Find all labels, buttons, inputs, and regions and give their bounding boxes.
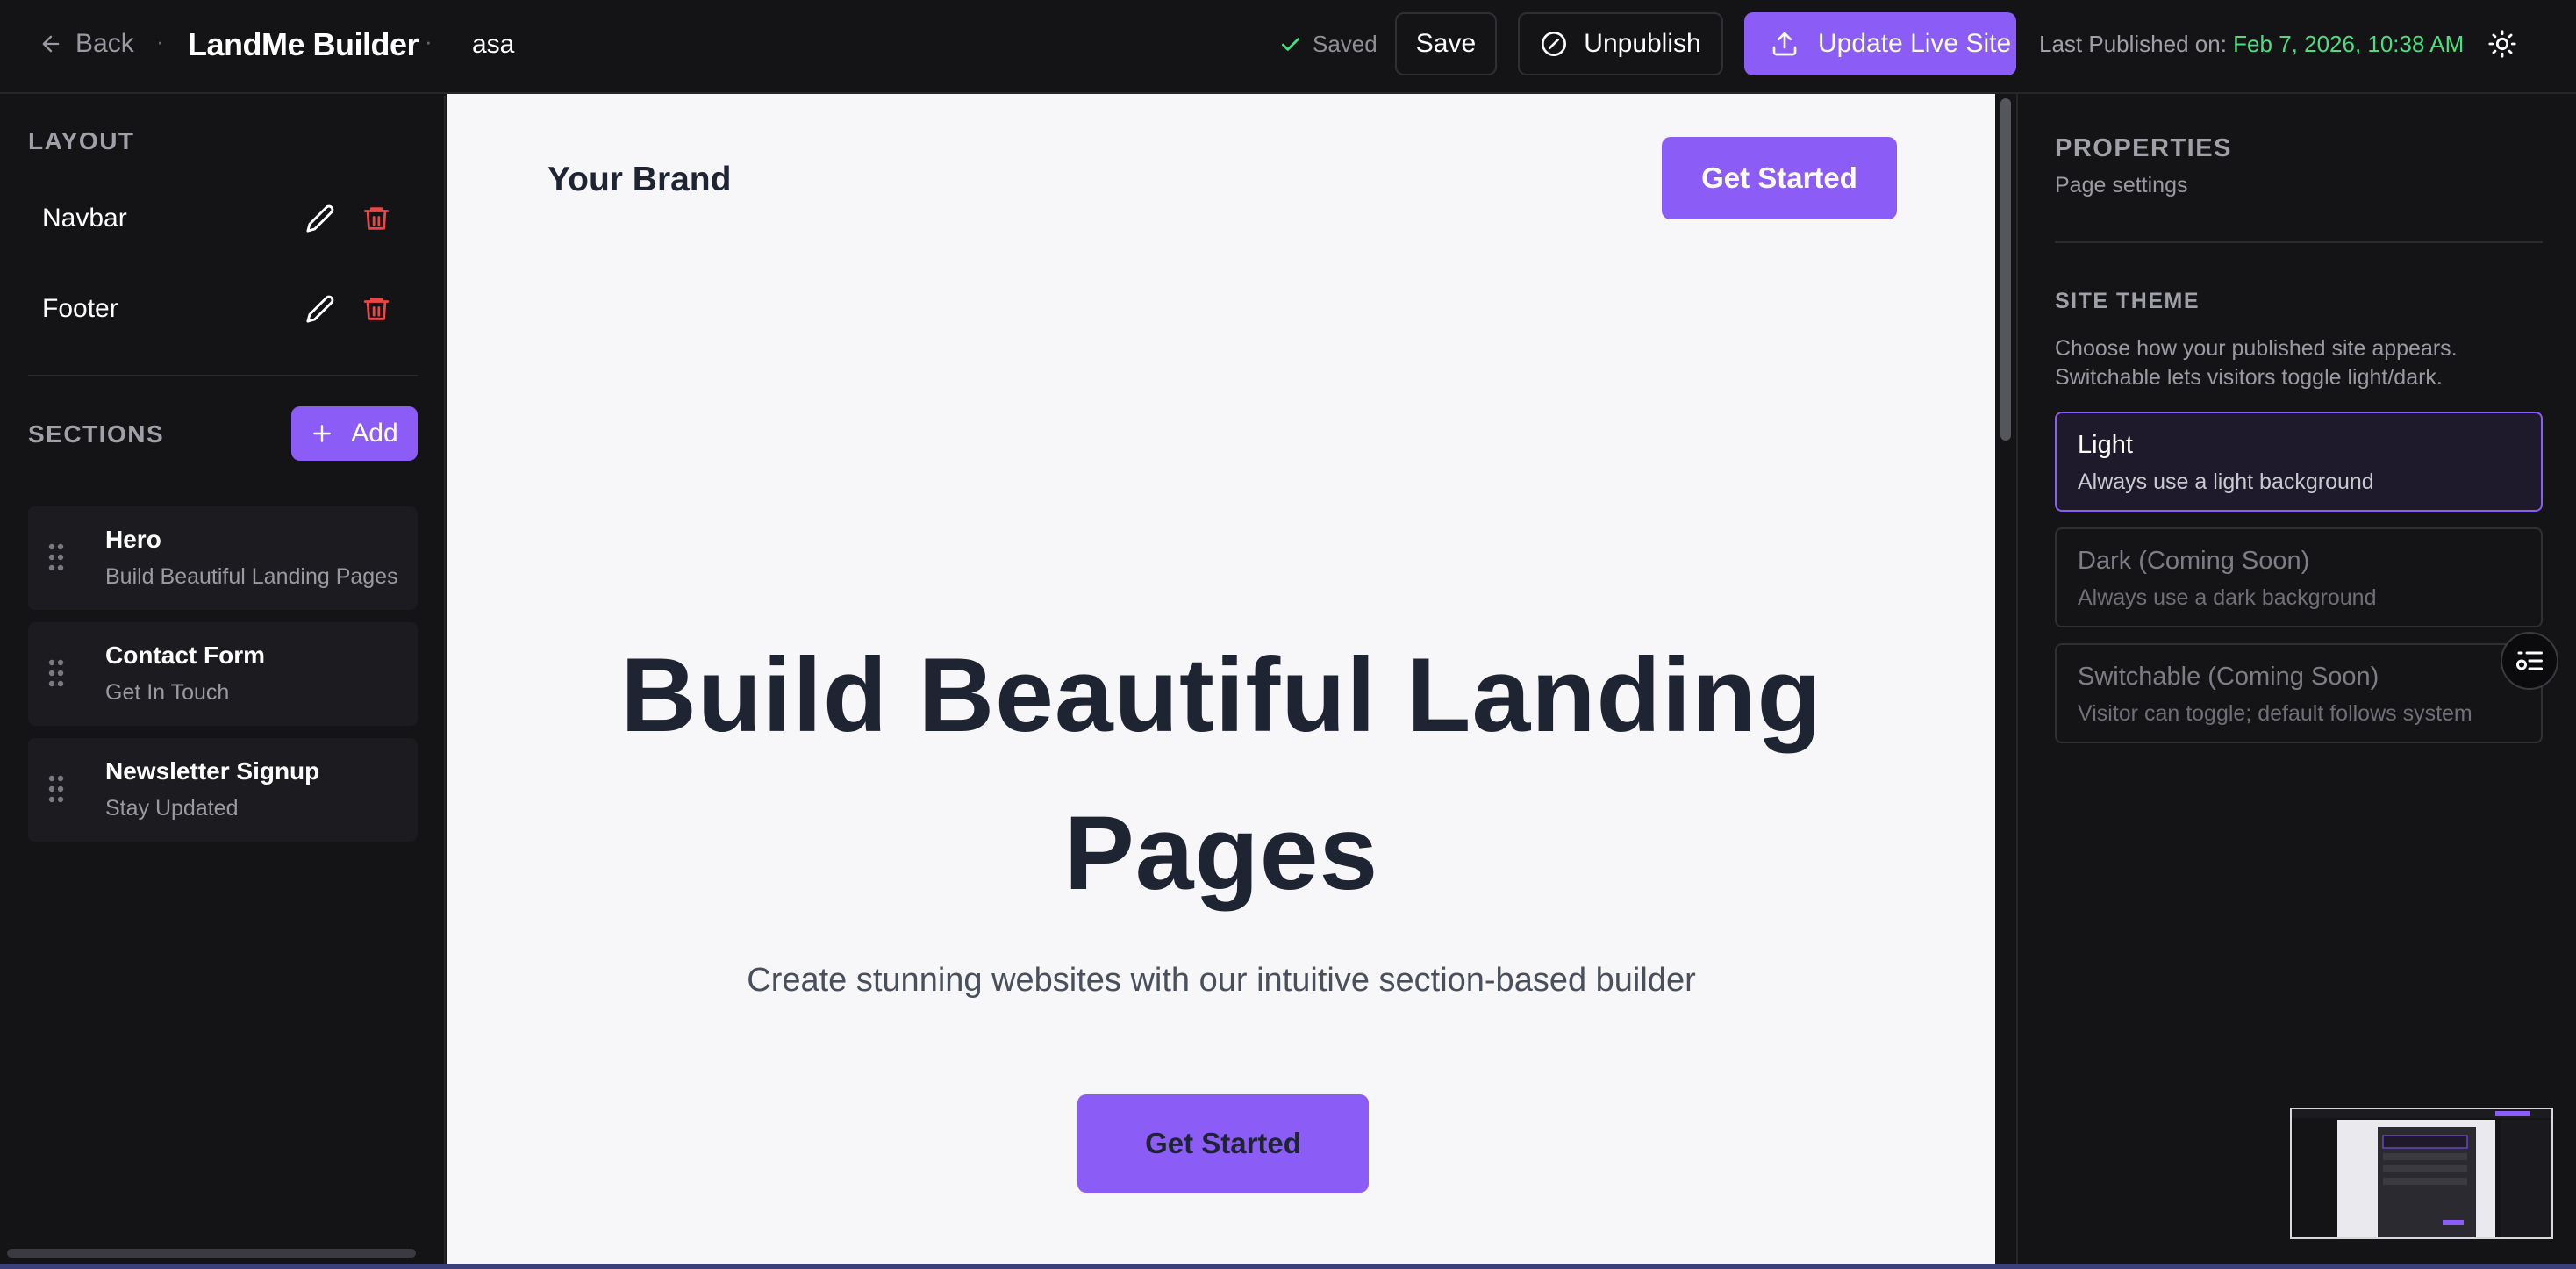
arrow-left-icon [42,35,60,53]
preview-nav-get-started-button[interactable]: Get Started [1662,137,1897,219]
window-bottom-edge [0,1264,2576,1269]
add-section-button[interactable]: Add [291,406,418,461]
saved-label: Saved [1313,31,1377,57]
circle-slash-icon [1542,32,1567,56]
upload-icon [1772,32,1797,56]
grip-vertical-icon[interactable] [47,773,65,805]
section-item-newsletter-signup[interactable]: Newsletter Signup Stay Updated [28,738,418,842]
section-item-contact-form[interactable]: Contact Form Get In Touch [28,622,418,726]
horizontal-scrollbar[interactable] [7,1249,416,1258]
last-published-date: Feb 7, 2026, 10:38 AM [2233,31,2465,57]
layout-item-navbar[interactable]: Navbar [28,188,418,249]
divider [2055,241,2543,243]
layout-item-footer[interactable]: Footer [28,278,418,340]
layout-heading: LAYOUT [28,127,135,154]
back-button[interactable]: Back [39,25,134,63]
sections-heading: SECTIONS [28,420,165,448]
layout-item-label: Navbar [42,204,127,233]
left-panel: LAYOUT Navbar Footer SECTIONS Add Hero B… [0,96,446,1269]
divider [28,375,418,376]
section-title: Contact Form [105,642,265,669]
section-title: Hero [105,526,161,553]
theme-option-title: Light [2078,431,2133,459]
site-theme-heading: SITE THEME [2055,289,2200,313]
unpublish-label: Unpublish [1584,29,1701,58]
section-title: Newsletter Signup [105,757,320,785]
minimap-thumbnail [2292,1109,2551,1237]
layout-item-label: Footer [42,294,118,323]
list-settings-icon [2516,651,2543,670]
section-subtitle: Build Beautiful Landing Pages [105,564,398,589]
last-published-label: Last Published on: [2039,31,2227,57]
trash-icon[interactable] [361,204,391,233]
properties-heading: PROPERTIES [2055,134,2232,162]
separator-dot: · [425,28,433,54]
properties-subtitle: Page settings [2055,173,2188,197]
sun-icon [2488,30,2516,58]
app-title: LandMe Builder [188,26,419,62]
back-label: Back [75,29,134,58]
page-slug[interactable]: asa [472,30,514,60]
theme-option-switchable[interactable]: Switchable (Coming Soon) Visitor can tog… [2055,643,2543,743]
preview-scrollbar-thumb[interactable] [2000,98,2011,441]
theme-toggle-button[interactable] [2483,25,2522,63]
update-live-label: Update Live Site [1818,29,2012,58]
page-minimap[interactable] [2290,1108,2553,1239]
hero-subtitle[interactable]: Create stunning websites with our intuit… [519,962,1923,1000]
theme-option-description: Always use a dark background [2078,585,2377,610]
page-preview[interactable]: Your Brand Get Started Build Beautiful L… [447,94,1995,1269]
grip-vertical-icon[interactable] [47,657,65,689]
section-subtitle: Stay Updated [105,796,239,821]
theme-option-dark[interactable]: Dark (Coming Soon) Always use a dark bac… [2055,527,2543,627]
save-button[interactable]: Save [1395,12,1497,75]
grip-vertical-icon[interactable] [47,541,65,573]
properties-panel: PROPERTIES Page settings SITE THEME Choo… [2016,94,2576,1269]
last-published-info: Last Published on: Feb 7, 2026, 10:38 AM [2039,31,2464,58]
theme-option-title: Dark (Coming Soon) [2078,547,2310,575]
hero-get-started-button[interactable]: Get Started [1077,1094,1369,1193]
separator-dot: · [156,28,164,54]
theme-option-description: Always use a light background [2078,470,2374,494]
save-label: Save [1415,29,1477,58]
trash-icon[interactable] [361,294,391,324]
pencil-icon[interactable] [305,294,335,324]
add-label: Add [351,419,398,448]
floating-tools-button[interactable] [2501,632,2558,690]
theme-option-description: Visitor can toggle; default follows syst… [2078,701,2472,726]
unpublish-button[interactable]: Unpublish [1518,12,1723,75]
check-icon [1281,37,1300,51]
saved-status: Saved [1279,31,1377,58]
section-subtitle: Get In Touch [105,680,230,705]
update-live-site-button[interactable]: Update Live Site [1744,12,2016,75]
hero-title[interactable]: Build Beautiful Landing Pages [519,616,1923,932]
site-theme-description: Choose how your published site appears. … [2055,336,2458,390]
theme-option-title: Switchable (Coming Soon) [2078,663,2379,691]
top-bar: Back · LandMe Builder · asa Saved Save U… [0,0,2576,94]
plus-icon [313,425,332,442]
section-item-hero[interactable]: Hero Build Beautiful Landing Pages [28,506,418,610]
preview-brand[interactable]: Your Brand [547,161,731,199]
pencil-icon[interactable] [305,204,335,233]
theme-option-light[interactable]: Light Always use a light background [2055,412,2543,512]
